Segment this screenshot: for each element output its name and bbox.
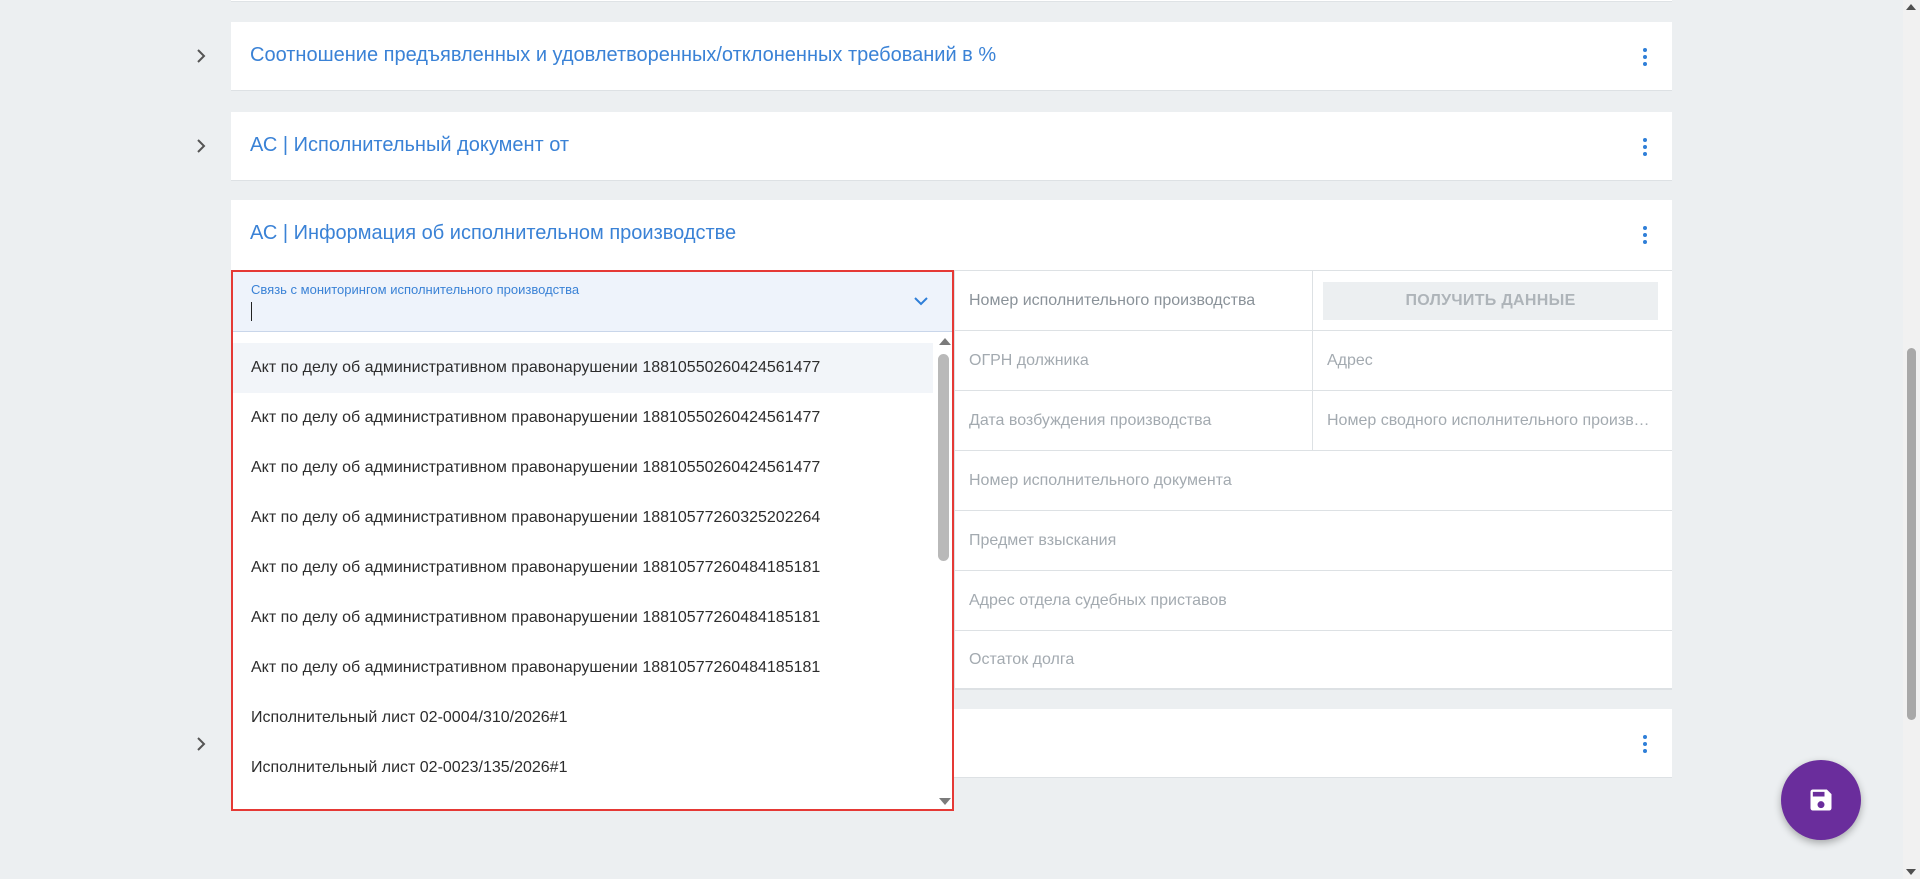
summary-ep-number-field[interactable]: Номер сводного исполнительного производс…: [1312, 391, 1672, 451]
more-vert-icon[interactable]: [1640, 135, 1650, 159]
start-date-field[interactable]: Дата возбуждения производства: [954, 391, 1312, 451]
save-button[interactable]: [1781, 760, 1861, 840]
exec-doc-number-field[interactable]: Номер исполнительного документа: [954, 451, 1672, 511]
address-field[interactable]: Адрес: [1312, 331, 1672, 391]
expand-panel-1-chevron-icon[interactable]: [193, 48, 209, 64]
debtor-ogrn-field[interactable]: ОГРН должника: [954, 331, 1312, 391]
panel-exec-document: АС | Исполнительный документ от: [231, 112, 1672, 181]
option-item[interactable]: Акт по делу об административном правонар…: [233, 493, 933, 543]
subject-field[interactable]: Предмет взыскания: [954, 511, 1672, 571]
expand-panel-4-chevron-icon[interactable]: [193, 736, 209, 752]
option-item[interactable]: Акт по делу об административном правонар…: [233, 593, 933, 643]
panel-title[interactable]: АС | Информация об исполнительном произв…: [250, 222, 736, 245]
save-icon: [1810, 789, 1832, 811]
scroll-down-arrow-icon[interactable]: [1906, 869, 1916, 875]
select-input[interactable]: Связь с мониторингом исполнительного про…: [233, 272, 952, 332]
more-vert-icon[interactable]: [1640, 732, 1650, 756]
option-item[interactable]: Исполнительный лист 02-0004/310/2026#1: [233, 693, 933, 743]
option-item[interactable]: Акт по делу об административном правонар…: [233, 543, 933, 593]
scroll-up-arrow-icon[interactable]: [1906, 4, 1916, 10]
scrollbar-thumb[interactable]: [938, 354, 949, 561]
ep-number-field[interactable]: Номер исполнительного производства: [954, 271, 1312, 331]
option-item[interactable]: Акт по делу об административном правонар…: [233, 343, 933, 393]
panel-title[interactable]: Соотношение предъявленных и удовлетворен…: [250, 44, 996, 67]
expand-panel-2-chevron-icon[interactable]: [193, 138, 209, 154]
panel-ratio-requirements: Соотношение предъявленных и удовлетворен…: [231, 22, 1672, 91]
monitoring-link-select[interactable]: Связь с мониторингом исполнительного про…: [231, 270, 954, 811]
previous-panel-edge: [231, 0, 1672, 2]
chevron-down-icon[interactable]: [912, 292, 930, 310]
scroll-down-arrow-icon[interactable]: [939, 798, 951, 805]
option-item[interactable]: Акт по делу об административном правонар…: [233, 643, 933, 693]
select-label: Связь с мониторингом исполнительного про…: [251, 282, 580, 297]
more-vert-icon[interactable]: [1640, 45, 1650, 69]
option-item[interactable]: Акт по делу об административном правонар…: [233, 393, 933, 443]
options-scrollbar[interactable]: [935, 332, 952, 809]
page-scrollbar[interactable]: [1903, 0, 1920, 879]
text-cursor: [251, 302, 252, 321]
debt-remainder-field[interactable]: Остаток долга: [954, 631, 1672, 690]
option-item[interactable]: Акт по делу об административном правонар…: [233, 443, 933, 493]
options-list: Акт по делу об административном правонар…: [233, 343, 933, 793]
scrollbar-thumb[interactable]: [1907, 348, 1916, 720]
option-item[interactable]: Исполнительный лист 02-0023/135/2026#1: [233, 743, 933, 793]
bailiff-address-field[interactable]: Адрес отдела судебных приставов: [954, 571, 1672, 631]
more-vert-icon[interactable]: [1640, 223, 1650, 247]
get-data-button[interactable]: ПОЛУЧИТЬ ДАННЫЕ: [1323, 282, 1658, 320]
panel-title[interactable]: АС | Исполнительный документ от: [250, 134, 569, 157]
scroll-up-arrow-icon[interactable]: [939, 338, 951, 345]
